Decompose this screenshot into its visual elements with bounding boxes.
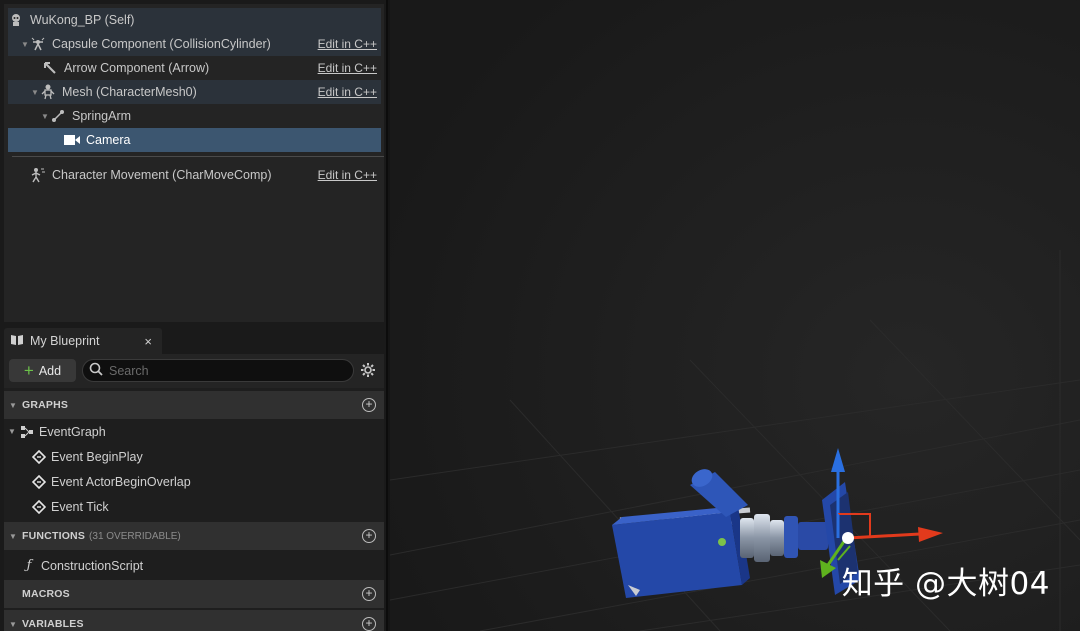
section-functions[interactable]: ▼ FUNCTIONS (31 OVERRIDABLE) + <box>4 522 384 550</box>
expand-arrow-icon[interactable]: ▼ <box>40 112 50 121</box>
event-icon <box>32 474 46 489</box>
camera-icon <box>64 132 80 148</box>
add-macro-button[interactable]: + <box>362 587 376 601</box>
event-icon <box>32 449 46 464</box>
component-label: Arrow Component (Arrow) <box>64 61 210 75</box>
collapse-arrow-icon[interactable]: ▼ <box>4 401 22 410</box>
expand-arrow-icon[interactable]: ▼ <box>20 40 30 49</box>
edit-in-cpp-link[interactable]: Edit in C++ <box>318 61 377 75</box>
watermark: 知乎 @大树04 <box>841 566 1050 602</box>
my-blueprint-panel: + Add ▼ GRAPHS + ▼ Event <box>4 354 384 631</box>
gear-icon[interactable] <box>360 362 376 381</box>
search-input[interactable] <box>109 363 329 378</box>
component-label: Character Movement (CharMoveComp) <box>52 168 272 182</box>
component-row-mesh[interactable]: ▼ Mesh (CharacterMesh0) Edit in C++ <box>8 80 381 104</box>
add-button-label: Add <box>38 363 62 378</box>
item-label: Event Tick <box>51 499 109 514</box>
search-icon <box>89 362 103 379</box>
divider <box>12 156 384 157</box>
component-row-capsule[interactable]: ▼ Capsule Component (CollisionCylinder) … <box>8 32 381 56</box>
component-label: WuKong_BP (Self) <box>30 13 135 27</box>
section-graphs[interactable]: ▼ GRAPHS + <box>4 391 384 419</box>
capsule-icon <box>30 36 46 52</box>
list-item-construction-script[interactable]: ƒ ConstructionScript <box>4 553 384 578</box>
book-icon <box>10 334 24 349</box>
section-title: MACROS <box>22 588 70 600</box>
function-icon: ƒ <box>26 558 32 573</box>
component-label: SpringArm <box>72 109 132 123</box>
edit-in-cpp-link[interactable]: Edit in C++ <box>318 85 377 99</box>
tab-title: My Blueprint <box>30 334 100 348</box>
section-macros[interactable]: MACROS + <box>4 580 384 608</box>
item-label: ConstructionScript <box>41 558 144 573</box>
add-variable-button[interactable]: + <box>362 617 376 631</box>
section-variables[interactable]: ▼ VARIABLES + <box>4 610 384 631</box>
tab-my-blueprint[interactable]: My Blueprint × <box>4 328 162 354</box>
graph-icon <box>20 425 34 439</box>
edit-in-cpp-link[interactable]: Edit in C++ <box>318 37 377 51</box>
section-title: VARIABLES <box>22 618 84 630</box>
add-button[interactable]: + Add <box>9 359 76 382</box>
close-icon[interactable]: × <box>144 334 152 349</box>
edit-in-cpp-link[interactable]: Edit in C++ <box>318 168 377 182</box>
component-row-springarm[interactable]: ▼ SpringArm <box>8 104 381 128</box>
components-panel: WuKong_BP (Self) ▼ Capsule Component (Co… <box>4 4 384 322</box>
section-title: GRAPHS <box>22 399 69 411</box>
list-item-event-graph[interactable]: ▼ EventGraph <box>4 419 384 444</box>
movement-icon <box>30 167 46 183</box>
left-panel: WuKong_BP (Self) ▼ Capsule Component (Co… <box>0 0 388 631</box>
viewport-scene <box>390 0 1080 631</box>
skeletal-mesh-icon <box>40 84 56 100</box>
component-row-movement[interactable]: Character Movement (CharMoveComp) Edit i… <box>8 163 381 187</box>
arrow-component-icon <box>42 60 58 76</box>
expand-arrow-icon[interactable]: ▼ <box>30 88 40 97</box>
collapse-arrow-icon[interactable]: ▼ <box>4 620 22 629</box>
component-label: Mesh (CharacterMesh0) <box>62 85 197 99</box>
add-graph-button[interactable]: + <box>362 398 376 412</box>
self-icon <box>8 12 24 28</box>
blueprint-toolbar: + Add <box>4 354 384 388</box>
add-function-button[interactable]: + <box>362 529 376 543</box>
item-label: Event ActorBeginOverlap <box>51 474 191 489</box>
collapse-arrow-icon[interactable]: ▼ <box>8 427 20 436</box>
section-subtitle: (31 OVERRIDABLE) <box>89 530 181 542</box>
plus-icon: + <box>23 361 34 380</box>
spring-arm-icon <box>50 108 66 124</box>
collapse-arrow-icon[interactable]: ▼ <box>4 532 22 541</box>
component-row-camera[interactable]: Camera <box>8 128 381 152</box>
item-label: Event BeginPlay <box>51 449 143 464</box>
item-label: EventGraph <box>39 424 106 439</box>
component-row-self[interactable]: WuKong_BP (Self) <box>8 8 381 32</box>
list-item-event-actorbeginoverlap[interactable]: Event ActorBeginOverlap <box>4 469 384 494</box>
component-label: Capsule Component (CollisionCylinder) <box>52 37 271 51</box>
event-icon <box>32 499 46 514</box>
component-label: Camera <box>86 133 131 147</box>
viewport[interactable]: 知乎 @大树04 <box>390 0 1080 631</box>
section-title: FUNCTIONS <box>22 530 86 542</box>
component-row-arrow[interactable]: Arrow Component (Arrow) Edit in C++ <box>8 56 381 80</box>
list-item-event-beginplay[interactable]: Event BeginPlay <box>4 444 384 469</box>
search-box <box>82 359 354 382</box>
list-item-event-tick[interactable]: Event Tick <box>4 494 384 519</box>
